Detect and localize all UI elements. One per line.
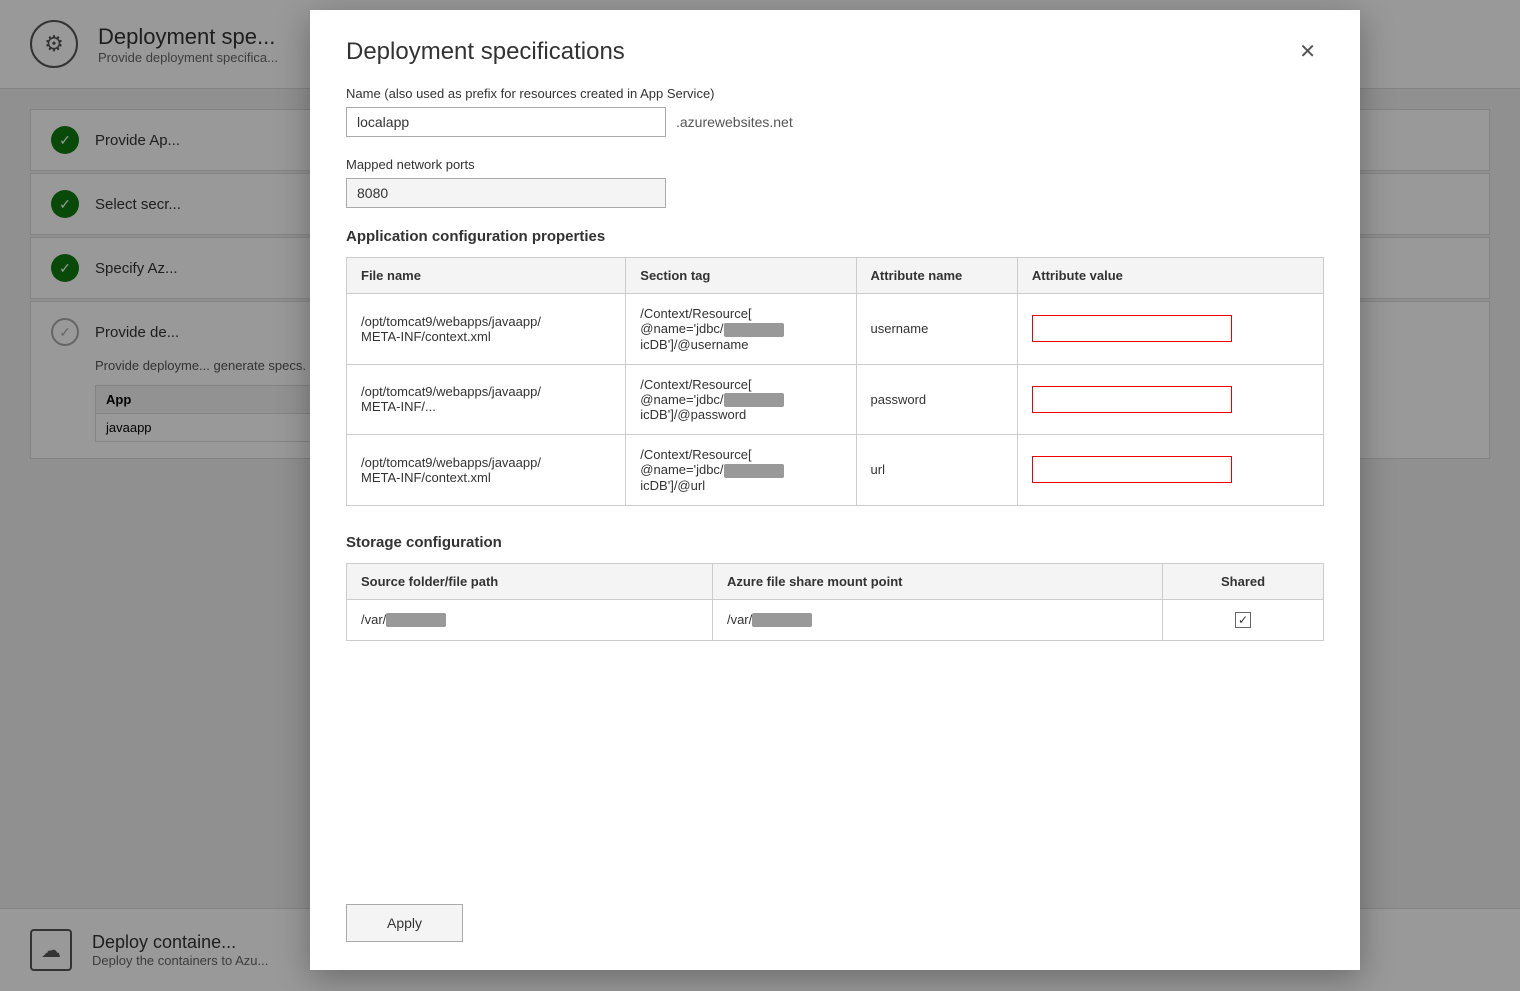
storage-source-path: /var/: [347, 599, 713, 640]
storage-config-table: Source folder/file path Azure file share…: [346, 563, 1324, 641]
config-row-url-filename: /opt/tomcat9/webapps/javaapp/META-INF/co…: [347, 435, 626, 506]
config-row-url-attrvalue: [1017, 435, 1323, 506]
redacted-3: [724, 464, 784, 478]
mount-redacted: [752, 613, 812, 627]
domain-suffix: .azurewebsites.net: [676, 114, 793, 130]
config-row-url-attrname: url: [856, 435, 1017, 506]
config-row-password-attrname: password: [856, 364, 1017, 435]
modal-header: Deployment specifications ✕: [310, 10, 1360, 86]
modal-body: Name (also used as prefix for resources …: [310, 86, 1360, 888]
storage-shared-cell: ✓: [1163, 599, 1324, 640]
app-config-section-title: Application configuration properties: [346, 228, 1324, 245]
name-field-label: Name (also used as prefix for resources …: [346, 86, 1324, 101]
redacted-1: [724, 323, 784, 337]
apply-button[interactable]: Apply: [346, 904, 463, 942]
config-row-username-attrvalue: [1017, 294, 1323, 365]
url-value-input[interactable]: [1032, 456, 1232, 483]
modal-title: Deployment specifications: [346, 38, 625, 66]
config-row-password-attrvalue: [1017, 364, 1323, 435]
deployment-specs-modal: Deployment specifications ✕ Name (also u…: [310, 10, 1360, 970]
ports-field-label: Mapped network ports: [346, 157, 1324, 172]
storage-config-section-title: Storage configuration: [346, 534, 1324, 551]
username-value-input[interactable]: [1032, 315, 1232, 342]
storage-col-mount: Azure file share mount point: [712, 563, 1162, 599]
config-row-username: /opt/tomcat9/webapps/javaapp/META-INF/co…: [347, 294, 1324, 365]
col-filename: File name: [347, 258, 626, 294]
storage-col-shared: Shared: [1163, 563, 1324, 599]
password-value-input[interactable]: [1032, 386, 1232, 413]
app-config-table: File name Section tag Attribute name Att…: [346, 257, 1324, 506]
ports-field-row: [346, 178, 1324, 208]
config-row-password: /opt/tomcat9/webapps/javaapp/META-INF/..…: [347, 364, 1324, 435]
config-row-username-section: /Context/Resource[ @name='jdbc/ icDB']/@…: [626, 294, 856, 365]
config-row-password-section: /Context/Resource[ @name='jdbc/ icDB']/@…: [626, 364, 856, 435]
modal-close-button[interactable]: ✕: [1291, 38, 1324, 66]
config-row-password-filename: /opt/tomcat9/webapps/javaapp/META-INF/..…: [347, 364, 626, 435]
shared-checkbox[interactable]: ✓: [1235, 612, 1251, 628]
name-field-row: .azurewebsites.net: [346, 107, 1324, 137]
col-sectiontag: Section tag: [626, 258, 856, 294]
storage-col-source: Source folder/file path: [347, 563, 713, 599]
source-redacted: [386, 613, 446, 627]
redacted-2: [724, 393, 784, 407]
modal-footer: Apply: [310, 888, 1360, 970]
storage-row-1: /var/ /var/ ✓: [347, 599, 1324, 640]
col-attrname: Attribute name: [856, 258, 1017, 294]
ports-input[interactable]: [346, 178, 666, 208]
name-input[interactable]: [346, 107, 666, 137]
storage-mount-point: /var/: [712, 599, 1162, 640]
config-row-username-filename: /opt/tomcat9/webapps/javaapp/META-INF/co…: [347, 294, 626, 365]
col-attrvalue: Attribute value: [1017, 258, 1323, 294]
config-row-url: /opt/tomcat9/webapps/javaapp/META-INF/co…: [347, 435, 1324, 506]
config-row-url-section: /Context/Resource[ @name='jdbc/ icDB']/@…: [626, 435, 856, 506]
config-row-username-attrname: username: [856, 294, 1017, 365]
